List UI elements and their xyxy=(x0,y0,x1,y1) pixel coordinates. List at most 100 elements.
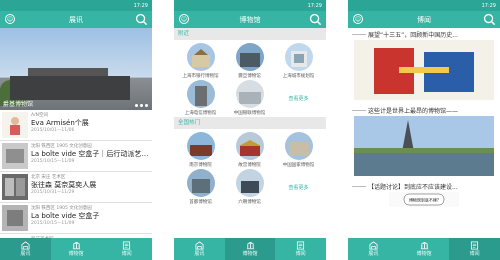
museum-photo xyxy=(284,43,313,71)
search-icon[interactable] xyxy=(309,13,322,26)
museum-card[interactable]: 中国国家博物馆 xyxy=(274,132,323,169)
museum-card[interactable]: 首都博物馆 xyxy=(176,169,225,206)
status-time: 17:29 xyxy=(307,2,322,9)
news-title: La boîte vide 空盒子 xyxy=(31,212,100,220)
news-date: 2015/10/31—11/29 xyxy=(31,190,75,195)
article-image-eiffel xyxy=(354,116,494,176)
news-title: Eva Armisén个展 xyxy=(31,119,89,127)
profile-icon[interactable]: ☺ xyxy=(5,14,15,24)
museum-card[interactable]: 南京博物院 xyxy=(176,132,225,169)
screen-museums: 17:29 ☺ 博物馆 附近 上海市银行博物馆 震旦博物馆 上海城市规划馆 上海… xyxy=(174,0,326,260)
tab-label: 博物馆 xyxy=(416,251,432,257)
museum-card[interactable]: 故宫博物院 xyxy=(225,132,274,169)
app-header: ☺ 博物馆 xyxy=(174,11,326,28)
hero-image-building xyxy=(10,76,130,100)
list-item[interactable]: 沈阳 铁西区 1905 文化创意园 La boîte vide 空盒子｜后行动派艺… xyxy=(0,141,152,172)
status-bar: 17:29 xyxy=(174,0,326,11)
tab-exhibitions[interactable]: 展讯 xyxy=(0,238,51,260)
news-thumbnail xyxy=(2,112,28,138)
museum-photo xyxy=(186,80,215,108)
hero-caption: 爵基博物馆 xyxy=(3,101,34,108)
article-card[interactable]: 展望“十三五”，回顾新中国历史... xyxy=(348,28,500,104)
museum-card[interactable]: 六朝博物馆 xyxy=(225,169,274,206)
search-icon[interactable] xyxy=(135,13,148,26)
building-icon xyxy=(195,241,204,250)
museum-name: 中国银联博物馆 xyxy=(233,111,266,116)
tab-bar: 展讯 博物馆 博闻 xyxy=(0,238,152,260)
museum-card[interactable]: 中国银联博物馆 xyxy=(225,80,274,117)
museum-name: 南京博物院 xyxy=(189,163,212,168)
tab-articles[interactable]: 博闻 xyxy=(275,238,326,260)
list-item[interactable]: 北京 宋庄 艺术区 张往森 莫奈莫奕人展 2015/10/31—11/29 xyxy=(0,172,152,203)
building-icon xyxy=(21,241,30,250)
museum-photo xyxy=(235,43,264,71)
tab-articles[interactable]: 博闻 xyxy=(101,238,152,260)
article-card[interactable]: 这些计是世界上最昂的博物馆—— xyxy=(348,104,500,180)
page-title: 博闻 xyxy=(417,15,431,24)
speech-bubble-text: 博物馆到底不建? xyxy=(409,197,439,203)
museum-name: 中国国家博物馆 xyxy=(282,163,315,168)
article-title: 展望“十三五”，回顾新中国历史... xyxy=(368,31,458,39)
tab-label: 博闻 xyxy=(469,251,480,257)
tab-museums[interactable]: 博物馆 xyxy=(51,238,102,260)
museum-card[interactable]: 上海城市规划馆 xyxy=(274,43,323,80)
tab-exhibitions[interactable]: 展讯 xyxy=(348,238,399,260)
tab-label: 博物馆 xyxy=(242,251,258,257)
status-time: 17:29 xyxy=(481,2,496,9)
news-thumbnail xyxy=(2,174,28,200)
screen-exhibitions: 17:29 ☺ 展讯 爵基博物馆 A/N空间 Eva Armisén个展 2015/… xyxy=(0,0,152,260)
museum-photo xyxy=(186,132,215,160)
news-thumbnail xyxy=(2,205,28,231)
tab-label: 展讯 xyxy=(194,251,205,257)
news-title: La boîte vide 空盒子｜后行动派艺术小... xyxy=(31,150,150,158)
search-icon[interactable] xyxy=(483,13,496,26)
article-card[interactable]: 【话题讨论】到底应不应该建设... 博物馆到底不建? xyxy=(348,180,500,226)
profile-icon[interactable]: ☺ xyxy=(179,14,189,24)
museum-name: 震旦博物馆 xyxy=(238,74,261,79)
carousel-dots[interactable] xyxy=(135,104,148,107)
news-icon xyxy=(122,241,131,250)
hot-grid: 南京博物院 故宫博物院 中国国家博物馆 首都博物馆 六朝博物馆 查看更多 xyxy=(174,129,326,206)
museum-name: 首都博物馆 xyxy=(189,200,212,205)
museum-photo xyxy=(186,43,215,71)
museum-name: 六朝博物馆 xyxy=(238,200,261,205)
see-more-hot-link[interactable]: 查看更多 xyxy=(274,169,323,206)
profile-icon[interactable]: ☺ xyxy=(353,14,363,24)
museum-name: 故宫博物院 xyxy=(238,163,261,168)
museum-icon xyxy=(72,241,81,250)
news-date: 2015/10/15—11/09 xyxy=(31,159,75,164)
see-more-nearby-link[interactable]: 查看更多 xyxy=(274,80,323,117)
tab-articles[interactable]: 博闻 xyxy=(449,238,500,260)
museum-photo xyxy=(284,132,313,160)
list-item[interactable]: A/N空间 Eva Armisén个展 2015/10/01—11/06 xyxy=(0,110,152,141)
news-list: A/N空间 Eva Armisén个展 2015/10/01—11/06 沈阳 铁西… xyxy=(0,110,152,246)
news-date: 2015/10/15—11/09 xyxy=(31,221,75,226)
tab-museums[interactable]: 博物馆 xyxy=(224,238,276,260)
museum-name: 上海电信博物馆 xyxy=(184,111,217,116)
tab-label: 博物馆 xyxy=(68,251,84,257)
museum-card[interactable]: 震旦博物馆 xyxy=(225,43,274,80)
museum-photo xyxy=(235,80,264,108)
hero-banner[interactable]: 爵基博物馆 xyxy=(0,28,152,110)
tab-museums[interactable]: 博物馆 xyxy=(399,238,450,260)
screen-articles: 17:29 ☺ 博闻 展望“十三五”，回顾新中国历史... 这些计是世界上最昂的… xyxy=(348,0,500,260)
building-icon xyxy=(369,241,378,250)
tab-label: 博闻 xyxy=(295,251,306,257)
news-title: 张往森 莫奈莫奕人展 xyxy=(31,181,97,189)
status-bar: 17:29 xyxy=(348,0,500,11)
tab-label: 博闻 xyxy=(121,251,132,257)
museum-icon xyxy=(246,241,255,250)
tab-exhibitions[interactable]: 展讯 xyxy=(174,238,225,260)
tab-bar: 展讯 博物馆 博闻 xyxy=(348,238,500,260)
section-nearby: 附近 xyxy=(174,28,326,40)
museum-photo xyxy=(235,132,264,160)
article-list: 展望“十三五”，回顾新中国历史... 这些计是世界上最昂的博物馆—— 【话题讨论… xyxy=(348,28,500,226)
museum-card[interactable]: 上海电信博物馆 xyxy=(176,80,225,117)
article-title: 【话题讨论】到底应不应该建设... xyxy=(368,183,458,191)
app-header: ☺ 博闻 xyxy=(348,11,500,28)
tab-label: 展讯 xyxy=(368,251,379,257)
nearby-grid: 上海市银行博物馆 震旦博物馆 上海城市规划馆 上海电信博物馆 中国银联博物馆 查… xyxy=(174,40,326,117)
app-header: ☺ 展讯 xyxy=(0,11,152,28)
list-item[interactable]: 沈阳 铁西区 1905 文化创意园 La boîte vide 空盒子 2015/1… xyxy=(0,203,152,234)
museum-card[interactable]: 上海市银行博物馆 xyxy=(176,43,225,80)
